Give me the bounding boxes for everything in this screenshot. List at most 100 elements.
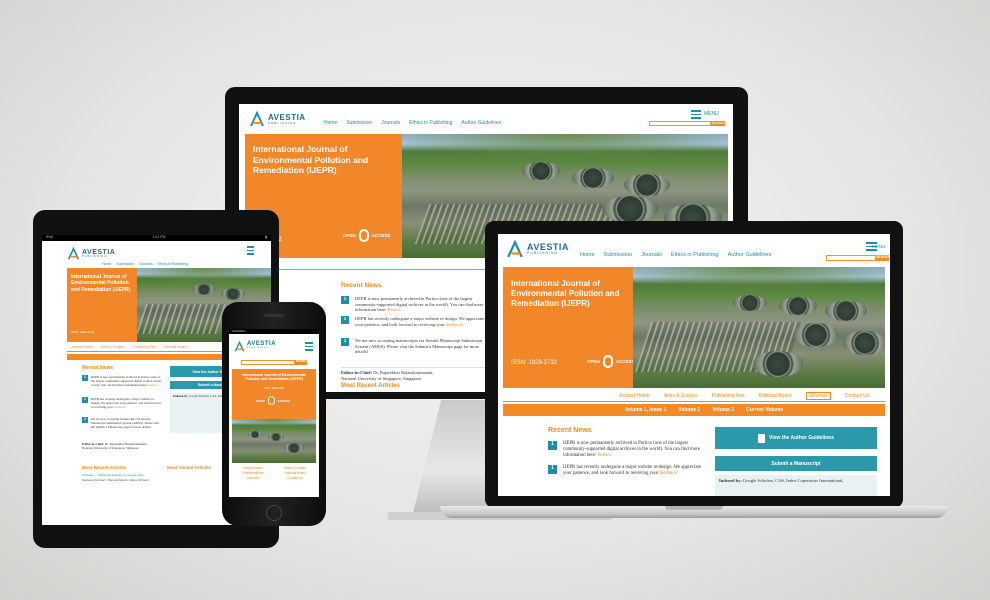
subnav-journal-home[interactable]: Journal Home <box>619 393 650 399</box>
nav-journals[interactable]: Journals <box>381 120 400 126</box>
editor-label: Editor-in-Chief: <box>341 370 373 375</box>
carrier-label: CARRIER <box>232 329 246 333</box>
nav-submission[interactable]: Submission <box>116 262 134 266</box>
search-input[interactable] <box>826 255 876 261</box>
site-logo[interactable]: AVESTIA PUBLISHING <box>234 339 276 352</box>
site-logo[interactable]: AVESTIA PUBLISHING <box>67 246 115 260</box>
oa-access: ACCESS <box>277 398 291 403</box>
search-bar: SEARCH <box>649 121 725 126</box>
news-num: 1 <box>82 397 88 403</box>
indexed-box: Indexed by: Google Scholars, CAS, Index … <box>715 475 877 496</box>
nav-journals[interactable]: Journals <box>641 252 662 258</box>
search-button[interactable]: SEARCH <box>876 255 890 261</box>
author-guidelines-button[interactable]: View the Author Guidelines <box>715 427 877 449</box>
search-input[interactable] <box>241 360 295 365</box>
news-link[interactable]: Portico. <box>148 383 158 387</box>
avestia-logo-icon <box>234 339 245 352</box>
site-logo[interactable]: AVESTIA PUBLISHING <box>249 110 306 127</box>
hamburger-icon <box>305 342 313 351</box>
news-link[interactable]: Portico. <box>598 453 613 458</box>
nav-submission[interactable]: Submission <box>604 252 632 258</box>
volume-current[interactable]: Current Volume <box>746 407 783 413</box>
nav-submission[interactable]: Submission <box>346 120 372 126</box>
news-item: 1 IJEPR is now permanently archived in P… <box>548 441 708 459</box>
subnav-editorial[interactable]: Editorial Board <box>274 471 316 475</box>
subnav-fee[interactable]: Publishing Fee <box>133 345 156 351</box>
news-text: We are now accepting manuscripts via Ave… <box>91 417 160 429</box>
editor-affiliation: National University of Singapore, Singap… <box>341 375 422 381</box>
menu-button[interactable]: MENU <box>691 110 719 119</box>
nav-home[interactable]: Home <box>324 120 337 126</box>
nav-journals[interactable]: Journals <box>139 262 152 266</box>
issn: ISSN: 1929-2732 <box>264 387 284 390</box>
news-link[interactable]: feedback! <box>446 322 464 327</box>
nav-home[interactable]: Home <box>102 262 111 266</box>
subnav-fee[interactable]: Publishing Fee <box>232 471 274 475</box>
photo-tank <box>753 351 803 377</box>
tablet-status-left: iPad <box>46 235 54 239</box>
menu-button[interactable] <box>247 246 254 255</box>
phone-subnav: Journal Home Aims & Scopes Publishing Fe… <box>232 466 316 480</box>
news-item: 1 IJEPR has recently undergone a major w… <box>548 465 708 477</box>
menu-label[interactable]: MENU <box>872 244 885 249</box>
oa-open: OPEN <box>256 398 265 403</box>
search-input[interactable] <box>649 121 711 126</box>
news-link[interactable]: Portico. <box>388 307 402 312</box>
subnav-volumes[interactable]: Volumes <box>232 476 274 480</box>
oa-open: OPEN <box>343 233 356 238</box>
subnav-journal-home[interactable]: Journal Home <box>71 345 93 351</box>
subnav-fee[interactable]: Publishing Fee <box>712 393 745 399</box>
search-button[interactable]: SEARCH <box>295 360 307 365</box>
subnav-editorial[interactable]: Editorial Board <box>164 345 187 351</box>
nav-author-guidelines[interactable]: Author Guidelines <box>461 120 501 126</box>
volume-2[interactable]: Volume 2 <box>678 407 700 413</box>
laptop-notch <box>665 506 723 510</box>
hero-title: International Journal of Environmental P… <box>253 144 369 176</box>
author-guidelines-label: View the Author Guidelines <box>769 435 834 441</box>
phone-home-button[interactable] <box>266 505 282 521</box>
nav-ethics[interactable]: Ethics in Publishing <box>671 252 719 258</box>
volume-1[interactable]: Volume 1, Issue 1 <box>625 407 667 413</box>
menu-label: MENU <box>704 111 719 118</box>
subnav-aims[interactable]: Aims & Scopes <box>664 393 698 399</box>
photo-tank <box>522 162 560 180</box>
treatment-plant-photo <box>633 267 885 388</box>
most-recent-title: Most Recent Articles <box>82 465 127 470</box>
nav-author-guidelines[interactable]: Author Guidelines <box>728 252 772 258</box>
hero-title: International Journal of Environmental P… <box>71 274 131 293</box>
news-link[interactable]: feedback! <box>114 405 127 409</box>
submit-manuscript-button[interactable]: Submit a Manuscript <box>715 456 877 471</box>
avestia-logo-icon <box>67 246 80 260</box>
volume-3[interactable]: Volume 3 <box>712 407 734 413</box>
photo-tank <box>779 297 817 315</box>
subnav-editorial[interactable]: Editorial Board <box>759 393 792 399</box>
recent-article-link[interactable]: Chitosan — A Natural Sorbent for Copper … <box>82 473 162 477</box>
subnav-volumes[interactable]: Volumes <box>805 392 831 400</box>
news-link[interactable]: feedback! <box>660 471 679 476</box>
nav-home[interactable]: Home <box>580 252 595 258</box>
menu-button[interactable] <box>305 342 313 351</box>
nav-ethics[interactable]: Ethics in Publishing <box>409 120 452 126</box>
recent-article-authors: Roksana Schwarz, Manolis Marcin, Dana Sc… <box>82 478 150 482</box>
nav-ethics[interactable]: Ethics in Publishing <box>158 262 188 266</box>
open-access-badge: OPEN ACCESS <box>343 229 391 242</box>
subnav-aims[interactable]: Aims & Scopes <box>101 345 125 351</box>
site-logo[interactable]: AVESTIA PUBLISHING <box>506 239 569 258</box>
subnav-contact[interactable]: Contact Us <box>845 393 870 399</box>
news-text: IJEPR is now permanently archived in Por… <box>91 375 162 387</box>
news-text: IJEPR has recently undergone a major web… <box>563 465 708 477</box>
search-button[interactable]: SEARCH <box>711 121 725 126</box>
most-recent-title: Most Recent Articles <box>341 383 401 389</box>
news-text-body: IJEPR has recently undergone a major web… <box>355 316 485 327</box>
subnav-contact[interactable]: Contact Us <box>274 476 316 480</box>
news-text: We are now accepting manuscripts via Ave… <box>355 338 483 355</box>
main-nav: Home Submission Journals Ethics in Publi… <box>324 120 501 126</box>
photo-tank <box>193 284 215 295</box>
subnav-aims[interactable]: Aims & Scopes <box>274 466 316 470</box>
issn: ISSN: 1929-2732 <box>511 360 558 366</box>
avestia-logo-icon <box>506 239 524 258</box>
editor-in-chief: Editor-in-Chief: Dr. Rajasekhar Balasubr… <box>82 442 162 450</box>
hero-title: International Journal of Environmental P… <box>511 279 620 308</box>
subnav-journal-home[interactable]: Journal Home <box>232 466 274 470</box>
tablet-status-bar: iPad 1:41 PM ▮ <box>42 235 271 241</box>
